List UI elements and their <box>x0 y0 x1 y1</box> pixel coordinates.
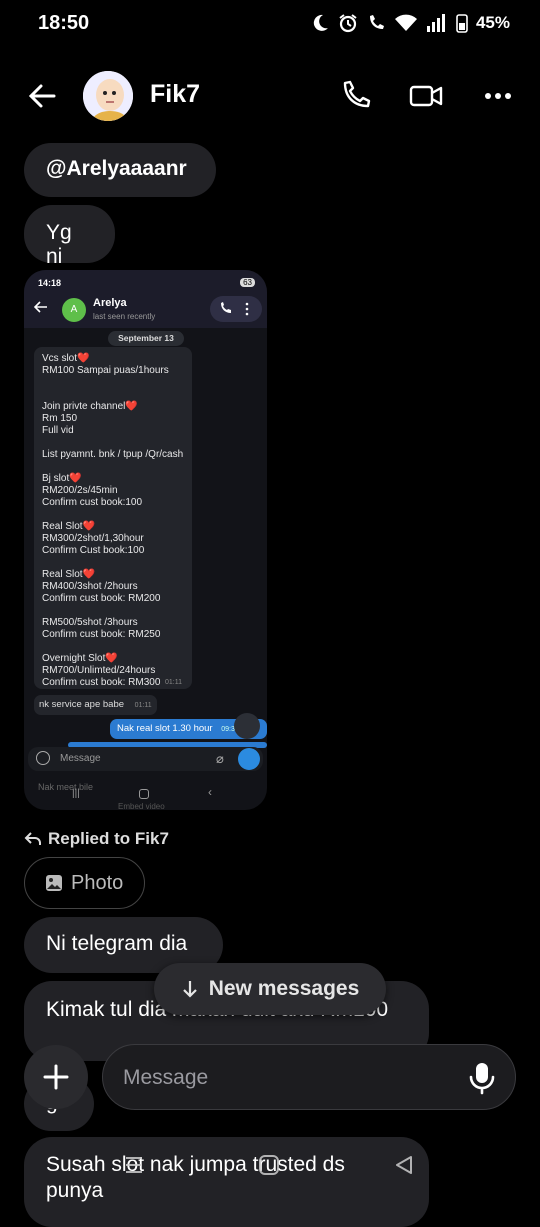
embedded-app-header: 14:18 63 A Arelya last seen recently <box>24 270 267 328</box>
contact-name[interactable]: Fik7 <box>150 80 200 109</box>
embedded-attach-icon: ⌀ <box>216 751 224 766</box>
embedded-avatar: A <box>62 298 86 322</box>
message-bubble[interactable]: Yg ni <box>24 205 115 268</box>
embedded-menu-message: Vcs slot❤️ RM100 Sampai puas/1hours Join… <box>34 347 192 689</box>
signal-icon <box>426 14 445 32</box>
battery-percent: 45% <box>475 13 510 32</box>
more-options-icon[interactable] <box>482 78 518 114</box>
message-bubble-mention[interactable]: @Arelyaaaanr <box>24 143 216 197</box>
message-composer <box>102 1044 516 1110</box>
phone-call-icon[interactable] <box>337 78 373 114</box>
replied-photo-chip[interactable]: Photo <box>24 857 145 909</box>
embedded-input-bar: Message ⌀ <box>28 747 263 771</box>
system-navigation-bar <box>0 1140 540 1200</box>
embedded-back-icon <box>34 301 47 313</box>
embedded-nav-back-icon: ‹ <box>208 785 212 799</box>
back-arrow-icon[interactable] <box>26 80 58 112</box>
photo-label: Photo <box>71 871 124 894</box>
contact-avatar[interactable] <box>83 71 133 121</box>
moon-icon <box>313 14 328 31</box>
replied-indicator: Replied to Fik7 <box>24 829 169 849</box>
alarm-icon <box>339 14 357 33</box>
embedded-under-text-2: Embed video <box>118 802 165 810</box>
embedded-chat-name: Arelya <box>93 297 127 309</box>
embedded-nav-home-icon <box>139 789 149 799</box>
replied-label: Replied to Fik7 <box>48 829 169 848</box>
photo-icon <box>46 875 62 891</box>
message-input[interactable] <box>121 1059 445 1097</box>
status-bar: 18:50 45% <box>0 0 540 48</box>
arrow-down-icon <box>182 981 197 998</box>
embedded-outgoing-time: 09:3 <box>221 726 235 733</box>
embedded-input-placeholder: Message <box>60 753 101 764</box>
microphone-icon[interactable] <box>467 1061 497 1095</box>
new-messages-label: New messages <box>208 977 360 1000</box>
embedded-reply-time: 01:11 <box>134 702 152 709</box>
embedded-time: 14:18 <box>38 278 62 288</box>
embedded-more-icon <box>245 302 249 316</box>
embedded-emoji-icon <box>36 751 50 765</box>
embedded-mic-button <box>238 748 260 770</box>
recent-apps-icon[interactable] <box>123 1154 145 1176</box>
reply-arrow-icon <box>24 832 41 845</box>
embedded-under-text: Nak meet bile <box>38 782 94 792</box>
status-time: 18:50 <box>38 12 90 34</box>
back-icon[interactable] <box>393 1154 415 1176</box>
add-attachment-button[interactable] <box>24 1045 88 1109</box>
avatar-image <box>83 71 133 121</box>
embedded-menu-time: 01:11 <box>165 679 182 686</box>
embedded-date-chip: September 13 <box>108 331 184 346</box>
home-icon[interactable] <box>258 1154 280 1176</box>
shared-screenshot-image[interactable]: 14:18 63 A Arelya last seen recently Sep… <box>24 270 267 810</box>
embedded-phone-icon <box>221 302 231 313</box>
plus-icon <box>43 1064 69 1090</box>
embedded-reply-message: nk service ape babe 01:11 <box>34 695 157 715</box>
wifi-call-icon <box>369 15 384 29</box>
embedded-battery: 63 <box>240 278 255 287</box>
embedded-nav-recents-icon: ||| <box>72 788 80 799</box>
status-icons: 45% <box>310 13 510 33</box>
wifi-icon <box>394 14 417 31</box>
embedded-reply-text: nk service ape babe <box>39 699 125 710</box>
video-call-icon[interactable] <box>408 78 444 114</box>
battery-icon <box>456 14 468 33</box>
embedded-outgoing-text: Nak real slot 1.30 hour <box>117 723 213 734</box>
embedded-chat-status: last seen recently <box>93 312 156 321</box>
embedded-scroll-down <box>234 713 260 739</box>
new-messages-button[interactable]: New messages <box>154 963 386 1015</box>
chat-header: Fik7 <box>0 58 540 134</box>
